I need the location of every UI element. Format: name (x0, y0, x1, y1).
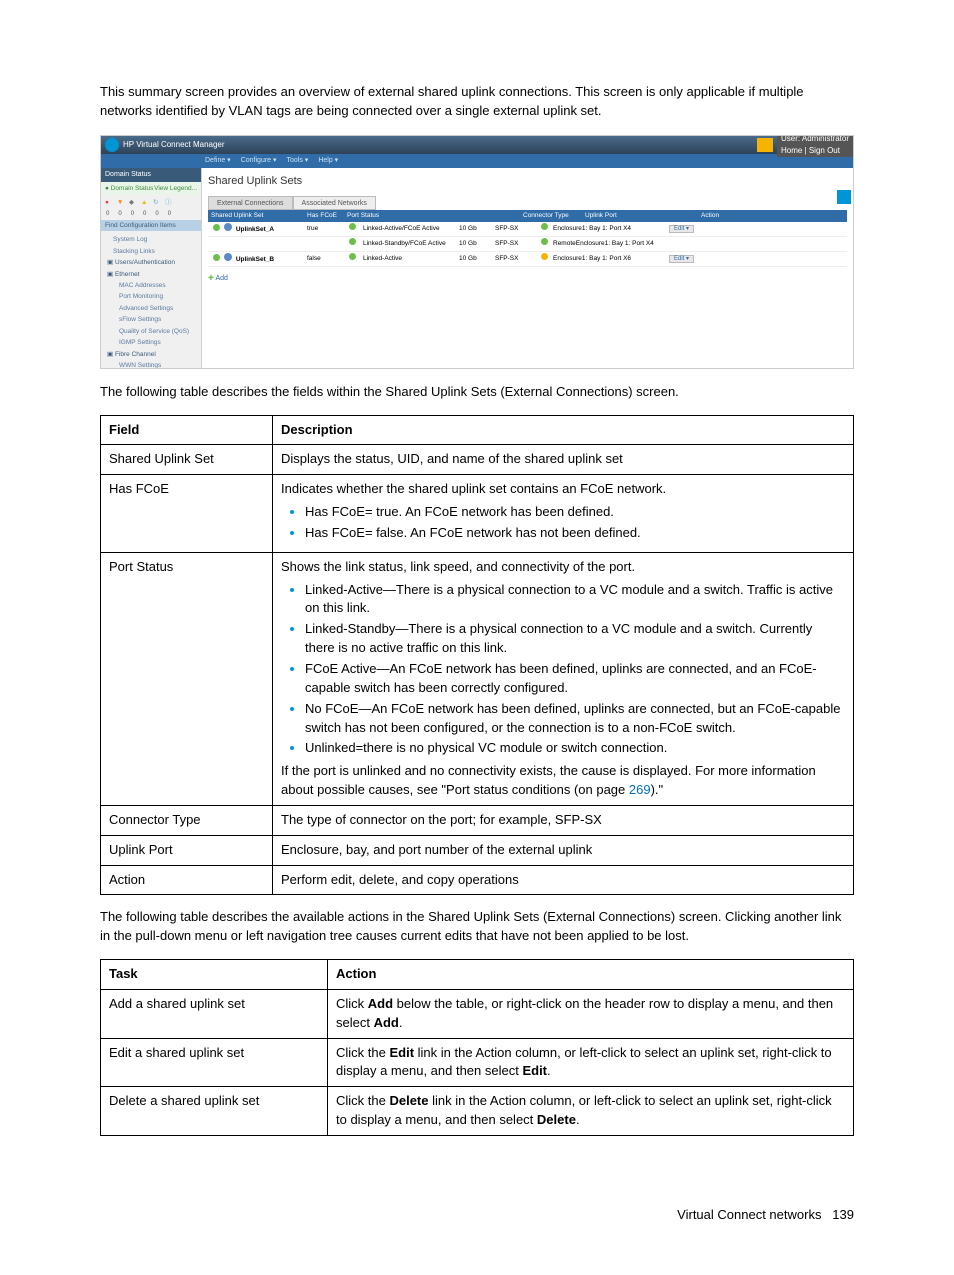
th-description: Description (273, 415, 854, 445)
grid-row[interactable]: UplinkSet_B false Linked-Active 10 Gb SF… (208, 252, 847, 267)
menu-define[interactable]: Define ▾ (205, 156, 231, 166)
info-icon[interactable]: ⓘ (165, 198, 173, 206)
sidebar: Domain Status ● Domain Status View Legen… (101, 168, 202, 368)
menu-tools[interactable]: Tools ▾ (287, 156, 309, 166)
panel-title: Shared Uplink Sets (208, 174, 847, 190)
critical-icon: ● (105, 198, 113, 206)
tab-external-connections[interactable]: External Connections (208, 196, 293, 210)
hp-logo-icon (105, 138, 119, 152)
fields-table: Field Description Shared Uplink Set Disp… (100, 415, 854, 896)
port-status-icon (349, 238, 356, 245)
grid-row[interactable]: Linked-Standby/FCoE Active 10 Gb SFP-SX … (208, 237, 847, 252)
status-ok-icon (213, 224, 220, 231)
nav-stacking[interactable]: Stacking Links (105, 246, 197, 257)
uplink-status-icon (541, 223, 548, 230)
help-icon[interactable] (837, 190, 851, 204)
page-footer: Virtual Connect networks 139 (100, 1206, 854, 1225)
main-panel: Shared Uplink Sets External Connections … (202, 168, 853, 368)
port-status-icon (349, 223, 356, 230)
nav-qos[interactable]: Quality of Service (QoS) (105, 326, 197, 337)
menu-help[interactable]: Help ▾ (318, 156, 338, 166)
intro-paragraph: This summary screen provides an overview… (100, 83, 854, 121)
user-info[interactable]: User: AdministratorHome | Sign Out (777, 135, 853, 158)
uplink-status-icon (541, 238, 548, 245)
edit-action-button[interactable]: Edit ▾ (669, 225, 694, 233)
th-task: Task (101, 960, 328, 990)
edit-action-button[interactable]: Edit ▾ (669, 255, 694, 263)
status-ok-icon (213, 254, 220, 261)
nav-systemlog[interactable]: System Log (105, 234, 197, 245)
page-link-269[interactable]: 269 (629, 782, 651, 797)
globe-icon (224, 223, 232, 231)
view-legend-link[interactable]: View Legend... (154, 184, 197, 193)
nav-adv[interactable]: Advanced Settings (105, 303, 197, 314)
refresh-icon[interactable]: ↻ (153, 198, 161, 206)
grid-row[interactable]: UplinkSet_A true Linked-Active/FCoE Acti… (208, 222, 847, 237)
th-action: Action (328, 960, 854, 990)
domain-status-header: Domain Status (101, 168, 201, 182)
status-icons-row: ● ▼ ◆ ▲ ↻ ⓘ (101, 195, 201, 209)
nav-mac[interactable]: MAC Addresses (105, 280, 197, 291)
port-status-icon (349, 253, 356, 260)
nav-fc[interactable]: ▣ Fibre Channel (105, 349, 197, 360)
minor-icon: ◆ (129, 198, 137, 206)
nav-igmp[interactable]: IGMP Settings (105, 337, 197, 348)
nav-tree: System Log Stacking Links ▣ Users/Authen… (101, 231, 201, 368)
warning-icon: ▼ (117, 198, 125, 206)
nav-auth[interactable]: ▣ Users/Authentication (105, 257, 197, 268)
app-screenshot: HP Virtual Connect Manager User: Adminis… (100, 135, 854, 369)
menubar: Define ▾ Configure ▾ Tools ▾ Help ▾ (101, 154, 853, 168)
nav-sflow[interactable]: sFlow Settings (105, 314, 197, 325)
uplink-warn-icon (541, 253, 548, 260)
th-field: Field (101, 415, 273, 445)
nav-ethernet[interactable]: ▣ Ethernet (105, 269, 197, 280)
tab-associated-networks[interactable]: Associated Networks (293, 196, 376, 210)
table1-intro: The following table describes the fields… (100, 383, 854, 402)
nav-wwn[interactable]: WWN Settings (105, 360, 197, 369)
globe-icon (224, 253, 232, 261)
wizard-hat-icon[interactable] (757, 138, 773, 152)
table2-intro: The following table describes the availa… (100, 908, 854, 946)
menu-configure[interactable]: Configure ▾ (241, 156, 277, 166)
grid-header: Shared Uplink Set Has FCoE Port Status C… (208, 210, 847, 222)
app-title: HP Virtual Connect Manager (123, 139, 225, 151)
nav-portmon[interactable]: Port Monitoring (105, 291, 197, 302)
caution-icon: ▲ (141, 198, 149, 206)
find-header: Find Configuration Items (101, 220, 201, 231)
add-link[interactable]: Add (208, 274, 228, 284)
actions-table: Task Action Add a shared uplink set Clic… (100, 959, 854, 1136)
